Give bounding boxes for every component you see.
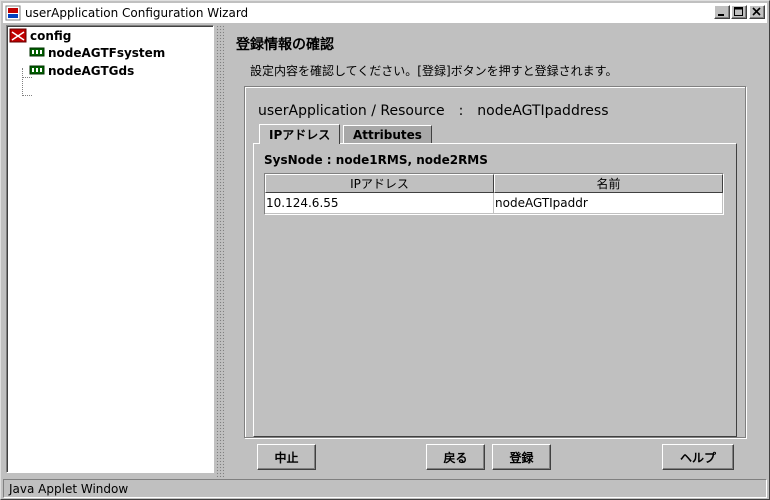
close-icon (752, 7, 761, 16)
sysnode-label: SysNode : node1RMS, node2RMS (264, 153, 488, 167)
confirmation-panel: 登録情報の確認 設定内容を確認してください。[登録]ボタンを押すと登録されます。… (227, 25, 765, 475)
tab-content-ip-address: SysNode : node1RMS, node2RMS IPアドレス 名前 1… (253, 143, 737, 437)
tree-label-config: config (30, 29, 72, 43)
resource-icon (29, 63, 45, 80)
maximize-button[interactable] (731, 5, 747, 19)
help-button[interactable]: ヘルプ (662, 444, 734, 470)
minimize-button[interactable] (714, 5, 730, 19)
table-row[interactable]: 10.124.6.55 nodeAGTIpaddr (265, 193, 723, 214)
applet-window: userApplication Configuration Wizard con… (0, 0, 770, 500)
tab-attributes[interactable]: Attributes (343, 125, 432, 143)
tree-connector (22, 95, 32, 96)
tree-item-config[interactable]: config (9, 28, 71, 44)
status-bar: Java Applet Window (3, 479, 767, 498)
tree-connector (22, 68, 23, 96)
back-button[interactable]: 戻る (426, 444, 485, 470)
tree-item-nodeagtfsystem[interactable]: nodeAGTFsystem (29, 45, 165, 61)
cancel-button[interactable]: 中止 (257, 444, 316, 470)
column-header-name[interactable]: 名前 (494, 174, 723, 193)
app-icon (5, 5, 21, 21)
cell-ip-address[interactable]: 10.124.6.55 (265, 193, 494, 214)
window-title: userApplication Configuration Wizard (25, 6, 249, 20)
register-button[interactable]: 登録 (492, 444, 551, 470)
column-header-ip-address[interactable]: IPアドレス (265, 174, 494, 193)
tab-label: IPアドレス (269, 128, 331, 142)
table-header: IPアドレス 名前 (265, 174, 723, 193)
tab-label: Attributes (353, 127, 422, 142)
resource-icon (29, 45, 45, 62)
split-pane-divider[interactable] (216, 25, 224, 477)
config-tree: config nodeAGTFsystem nodeAGTGds (6, 25, 214, 473)
tree-label-nodeagtgds: nodeAGTGds (48, 64, 135, 78)
resource-group-box: userApplication / Resource : nodeAGTIpad… (244, 86, 746, 438)
resource-title: userApplication / Resource : nodeAGTIpad… (258, 103, 609, 119)
instruction-text: 設定内容を確認してください。[登録]ボタンを押すと登録されます。 (250, 64, 618, 78)
close-button[interactable] (749, 5, 765, 19)
tree-item-nodeagtgds[interactable]: nodeAGTGds (29, 63, 134, 79)
ip-address-table: IPアドレス 名前 10.124.6.55 nodeAGTIpaddr (264, 173, 724, 215)
status-text: Java Applet Window (9, 481, 129, 496)
tree-label-nodeagtfsystem: nodeAGTFsystem (48, 46, 166, 60)
tab-ip-address[interactable]: IPアドレス (259, 124, 341, 144)
title-bar[interactable]: userApplication Configuration Wizard (3, 3, 767, 23)
config-folder-icon (9, 27, 27, 46)
minimize-icon (718, 14, 724, 16)
cell-name[interactable]: nodeAGTIpaddr (494, 193, 723, 214)
page-title: 登録情報の確認 (236, 37, 334, 53)
window-controls (713, 5, 765, 19)
maximize-icon (734, 7, 743, 16)
